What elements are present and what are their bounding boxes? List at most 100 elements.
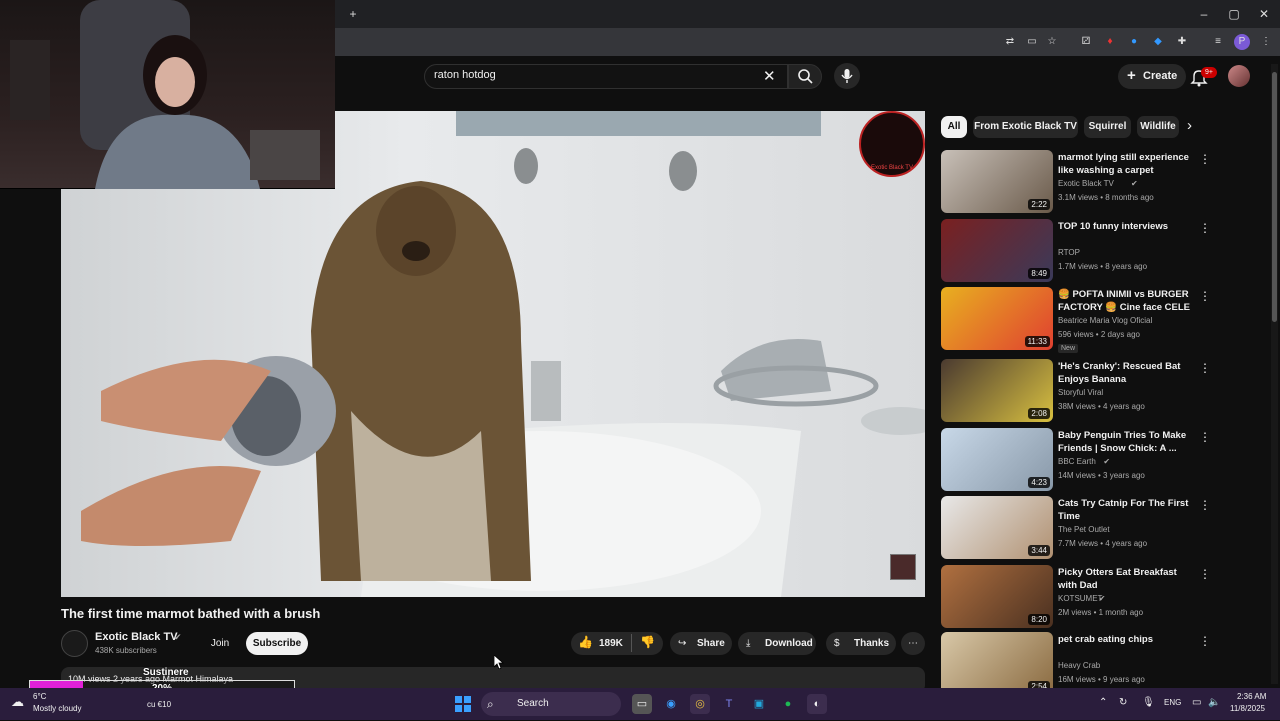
close-icon[interactable]: ✕: [1256, 6, 1272, 22]
steam-icon[interactable]: ◐: [807, 694, 827, 714]
video-thumbnail[interactable]: 8:20: [941, 565, 1053, 628]
share-button[interactable]: ↪ Share: [670, 632, 732, 655]
media-icon[interactable]: ≡: [1210, 34, 1226, 50]
video-thumbnail[interactable]: 4:23: [941, 428, 1053, 491]
volume-icon[interactable]: 🔈: [1208, 697, 1220, 708]
recommended-video-channel[interactable]: Heavy Crab: [1058, 661, 1100, 670]
puzzle-icon[interactable]: ✚: [1174, 34, 1190, 50]
more-options-icon[interactable]: ⋮: [1199, 152, 1211, 166]
thumbs-up-icon[interactable]: 👍: [578, 635, 593, 649]
channel-watermark[interactable]: Exotic Black TV: [859, 111, 925, 177]
thanks-button[interactable]: $ Thanks: [826, 632, 896, 655]
channel-avatar[interactable]: [61, 630, 88, 657]
voice-search-button[interactable]: [834, 63, 860, 89]
scrollbar-thumb[interactable]: [1272, 72, 1277, 322]
recommended-video[interactable]: 2:54 pet crab eating chips Heavy Crab 16M v…: [941, 632, 1241, 696]
network-icon[interactable]: ▭: [1192, 697, 1201, 708]
more-actions-icon[interactable]: ⋯: [901, 632, 925, 655]
clock-time[interactable]: 2:36 AM: [1237, 692, 1266, 701]
like-count[interactable]: 189K: [599, 638, 623, 649]
chrome-icon[interactable]: ◎: [690, 694, 710, 714]
profile-icon[interactable]: P: [1234, 34, 1250, 50]
recommended-video[interactable]: 8:20 Picky Otters Eat Breakfast with Dad K…: [941, 565, 1241, 629]
recommended-video-channel[interactable]: BBC Earth: [1058, 457, 1096, 466]
tray-icon[interactable]: ↻: [1119, 697, 1127, 708]
streamer-webcam: [0, 0, 335, 189]
extension-icon[interactable]: ●: [1126, 34, 1142, 50]
language-indicator[interactable]: ENG: [1164, 698, 1181, 707]
extension-icon[interactable]: ♦: [1102, 34, 1118, 50]
new-tab-button[interactable]: +: [345, 6, 361, 22]
file-explorer-icon[interactable]: ▭: [632, 694, 652, 714]
chip-from-channel[interactable]: From Exotic Black TV: [973, 116, 1078, 138]
branding-icon[interactable]: [890, 554, 916, 580]
recommended-video-title[interactable]: TOP 10 funny interviews: [1058, 220, 1194, 233]
create-button[interactable]: + Create: [1118, 64, 1186, 89]
recommended-video-channel[interactable]: RTOP: [1058, 248, 1080, 257]
chip-wildlife[interactable]: Wildlife: [1137, 116, 1179, 138]
more-options-icon[interactable]: ⋮: [1199, 289, 1211, 303]
video-thumbnail[interactable]: 8:49: [941, 219, 1053, 282]
account-avatar[interactable]: [1228, 65, 1250, 87]
recommended-video-title[interactable]: Picky Otters Eat Breakfast with Dad: [1058, 566, 1194, 592]
translate-icon[interactable]: ⇄: [1002, 34, 1018, 50]
recommended-video-channel[interactable]: Beatrice Maria Vlog Oficial: [1058, 316, 1152, 325]
more-options-icon[interactable]: ⋮: [1199, 498, 1211, 512]
video-thumbnail[interactable]: 2:54: [941, 632, 1053, 695]
minimize-icon[interactable]: –: [1196, 6, 1212, 22]
recommended-video[interactable]: 2:08 'He's Cranky': Rescued Bat Enjoys Ba…: [941, 359, 1241, 423]
recommended-video-title[interactable]: Cats Try Catnip For The First Time: [1058, 497, 1194, 523]
recommended-video-channel[interactable]: KOTSUMET: [1058, 594, 1102, 603]
app-icon[interactable]: ▣: [749, 694, 769, 714]
restore-icon[interactable]: ▢: [1226, 6, 1242, 22]
bookmark-star-icon[interactable]: ☆: [1044, 34, 1060, 50]
recommended-video[interactable]: 11:33 🍔 POFTA INIMII vs BURGER FACTORY 🍔 …: [941, 287, 1241, 353]
join-button[interactable]: Join: [199, 632, 241, 655]
recommended-video[interactable]: 8:49 TOP 10 funny interviews RTOP 1.7M view…: [941, 219, 1241, 283]
more-options-icon[interactable]: ⋮: [1199, 221, 1211, 235]
start-icon[interactable]: [453, 694, 473, 714]
recommended-video-title[interactable]: pet crab eating chips: [1058, 633, 1194, 646]
thumbs-down-icon[interactable]: 👎: [640, 635, 655, 649]
channel-name[interactable]: Exotic Black TV: [95, 631, 178, 643]
cast-icon[interactable]: ▭: [1024, 34, 1040, 50]
video-thumbnail[interactable]: 11:33: [941, 287, 1053, 350]
clear-search-icon[interactable]: ✕: [763, 67, 776, 85]
weather-icon[interactable]: ☁: [11, 694, 24, 710]
recommended-video[interactable]: 4:23 Baby Penguin Tries To Make Friends |…: [941, 428, 1241, 492]
edge-icon[interactable]: ◉: [661, 694, 681, 714]
more-options-icon[interactable]: ⋮: [1199, 361, 1211, 375]
extension-icon[interactable]: ⚂: [1078, 34, 1094, 50]
recommended-video[interactable]: 2:22 marmot lying still experience like w…: [941, 150, 1241, 214]
recommended-video-title[interactable]: 'He's Cranky': Rescued Bat Enjoys Banana: [1058, 360, 1194, 386]
download-button[interactable]: ⤓ Download: [738, 632, 816, 655]
chip-squirrel[interactable]: Squirrel: [1084, 116, 1131, 138]
recommended-video-title[interactable]: 🍔 POFTA INIMII vs BURGER FACTORY 🍔 Cine …: [1058, 288, 1194, 314]
chevron-right-icon[interactable]: ›: [1187, 117, 1192, 134]
new-badge: New: [1058, 344, 1079, 353]
recommended-video-channel[interactable]: The Pet Outlet: [1058, 525, 1110, 534]
teams-icon[interactable]: T: [719, 694, 739, 714]
recommended-video-title[interactable]: Baby Penguin Tries To Make Friends | Sno…: [1058, 429, 1194, 455]
extension-icon[interactable]: ◆: [1150, 34, 1166, 50]
search-button[interactable]: [788, 64, 822, 89]
taskbar-search[interactable]: ⌕ Search: [481, 692, 621, 716]
recommended-video[interactable]: 3:44 Cats Try Catnip For The First Time Th…: [941, 496, 1241, 560]
mic-tray-icon[interactable]: 🎙: [1142, 697, 1155, 708]
subscribe-button[interactable]: Subscribe: [246, 632, 308, 655]
chip-all[interactable]: All: [941, 116, 967, 138]
menu-icon[interactable]: ⋮: [1258, 34, 1274, 50]
recommended-video-channel[interactable]: Exotic Black TV: [1058, 179, 1114, 188]
more-options-icon[interactable]: ⋮: [1199, 567, 1211, 581]
recommended-video-title[interactable]: marmot lying still experience like washi…: [1058, 151, 1194, 177]
recommended-video-channel[interactable]: Storyful Viral: [1058, 388, 1103, 397]
more-options-icon[interactable]: ⋮: [1199, 634, 1211, 648]
spotify-icon[interactable]: ●: [778, 694, 798, 714]
chevron-up-icon[interactable]: ⌃: [1099, 697, 1107, 708]
video-thumbnail[interactable]: 3:44: [941, 496, 1053, 559]
video-thumbnail[interactable]: 2:22: [941, 150, 1053, 213]
clock-date[interactable]: 11/8/2025: [1230, 704, 1265, 713]
more-options-icon[interactable]: ⋮: [1199, 430, 1211, 444]
video-thumbnail[interactable]: 2:08: [941, 359, 1053, 422]
share-icon: ↪: [678, 638, 687, 649]
